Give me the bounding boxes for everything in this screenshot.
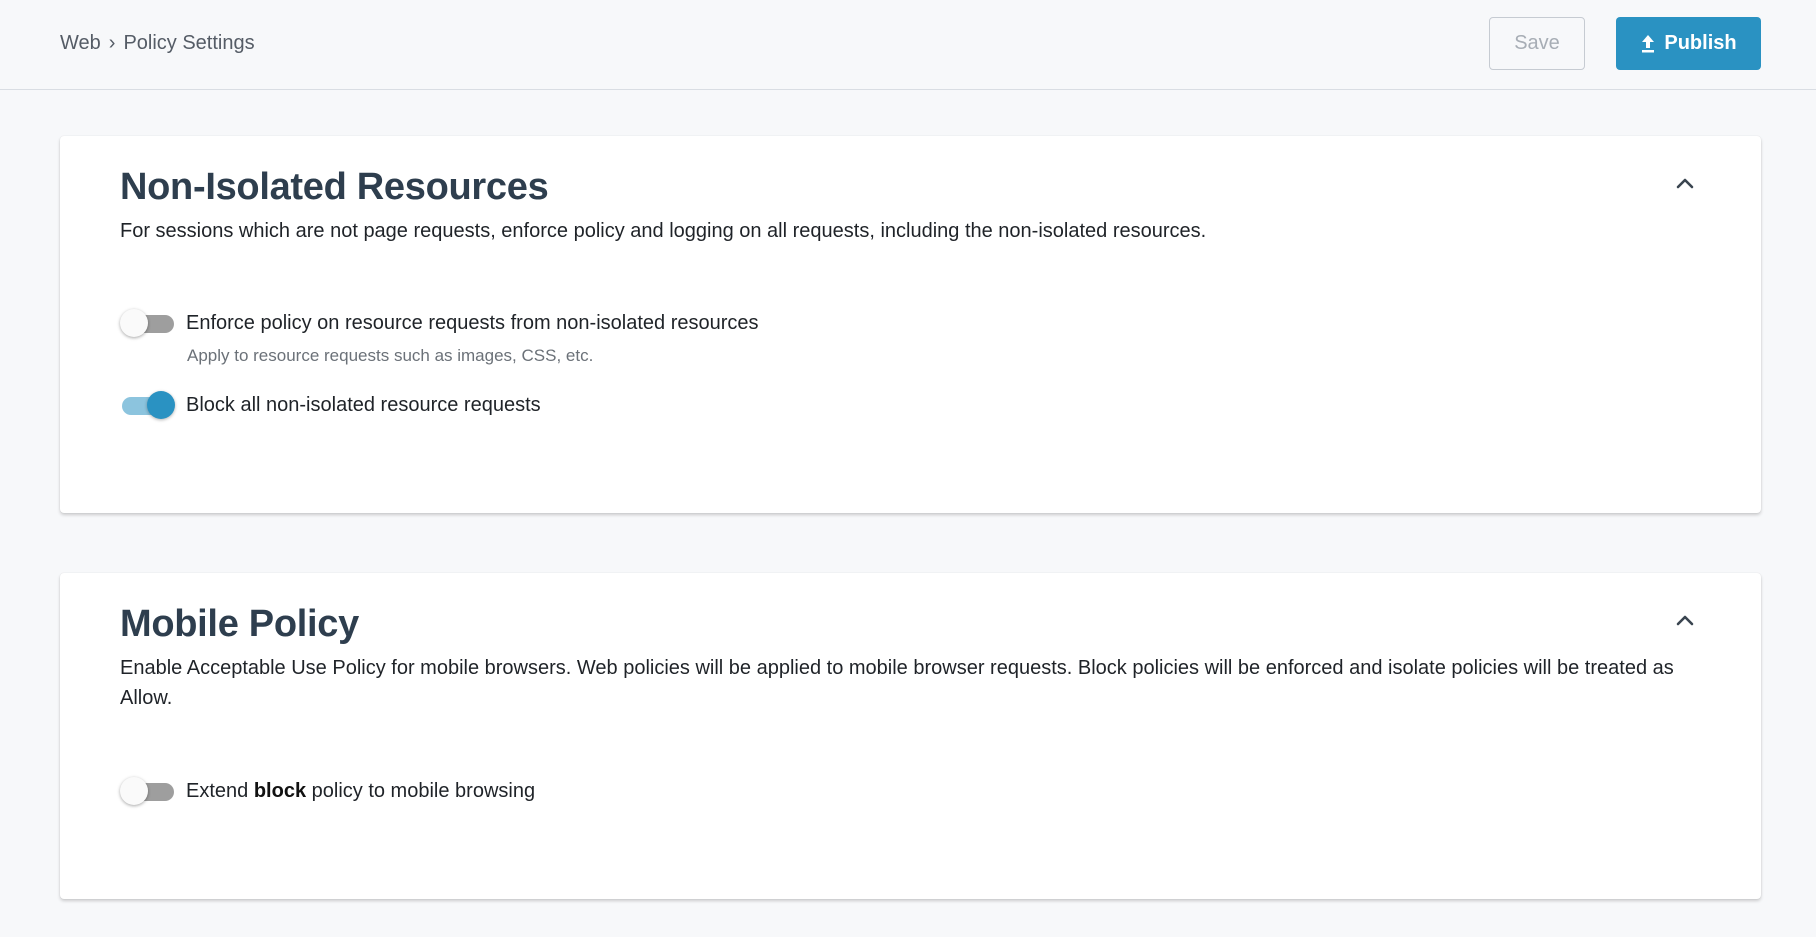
- save-button[interactable]: Save: [1489, 17, 1585, 70]
- section-description: For sessions which are not page requests…: [120, 220, 1207, 242]
- extend-block-mobile-toggle[interactable]: [120, 776, 176, 806]
- upload-icon: [1640, 34, 1656, 54]
- breadcrumb-item-web[interactable]: Web: [60, 32, 101, 55]
- mobile-policy-card: Mobile Policy Enable Acceptable Use Poli…: [60, 573, 1761, 899]
- section-description: Enable Acceptable Use Policy for mobile …: [120, 657, 1674, 709]
- enforce-policy-toggle[interactable]: [120, 308, 176, 338]
- top-bar: Web › Policy Settings Save Publish: [0, 0, 1816, 90]
- setting-label: Block all non-isolated resource requests: [186, 393, 541, 416]
- breadcrumb-separator: ›: [108, 32, 116, 54]
- save-button-label: Save: [1514, 32, 1560, 54]
- publish-button-label: Publish: [1664, 32, 1737, 54]
- setting-label: Extend block policy to mobile browsing: [186, 779, 536, 802]
- setting-row-enforce-policy: Enforce policy on resource requests from…: [120, 308, 759, 338]
- chevron-up-icon[interactable]: [1675, 176, 1695, 190]
- non-isolated-resources-card: Non-Isolated Resources For sessions whic…: [60, 136, 1761, 513]
- setting-row-block-non-isolated: Block all non-isolated resource requests: [120, 390, 541, 420]
- section-title: Non-Isolated Resources: [120, 166, 549, 208]
- breadcrumb-item-policy-settings: Policy Settings: [123, 32, 255, 54]
- breadcrumb: Web › Policy Settings: [60, 32, 255, 55]
- chevron-up-icon[interactable]: [1675, 613, 1695, 627]
- section-title: Mobile Policy: [120, 603, 359, 645]
- setting-label: Enforce policy on resource requests from…: [186, 311, 759, 334]
- publish-button[interactable]: Publish: [1616, 17, 1761, 70]
- block-non-isolated-toggle[interactable]: [120, 390, 176, 420]
- setting-row-extend-block-mobile: Extend block policy to mobile browsing: [120, 776, 535, 806]
- setting-sublabel: Apply to resource requests such as image…: [187, 346, 594, 365]
